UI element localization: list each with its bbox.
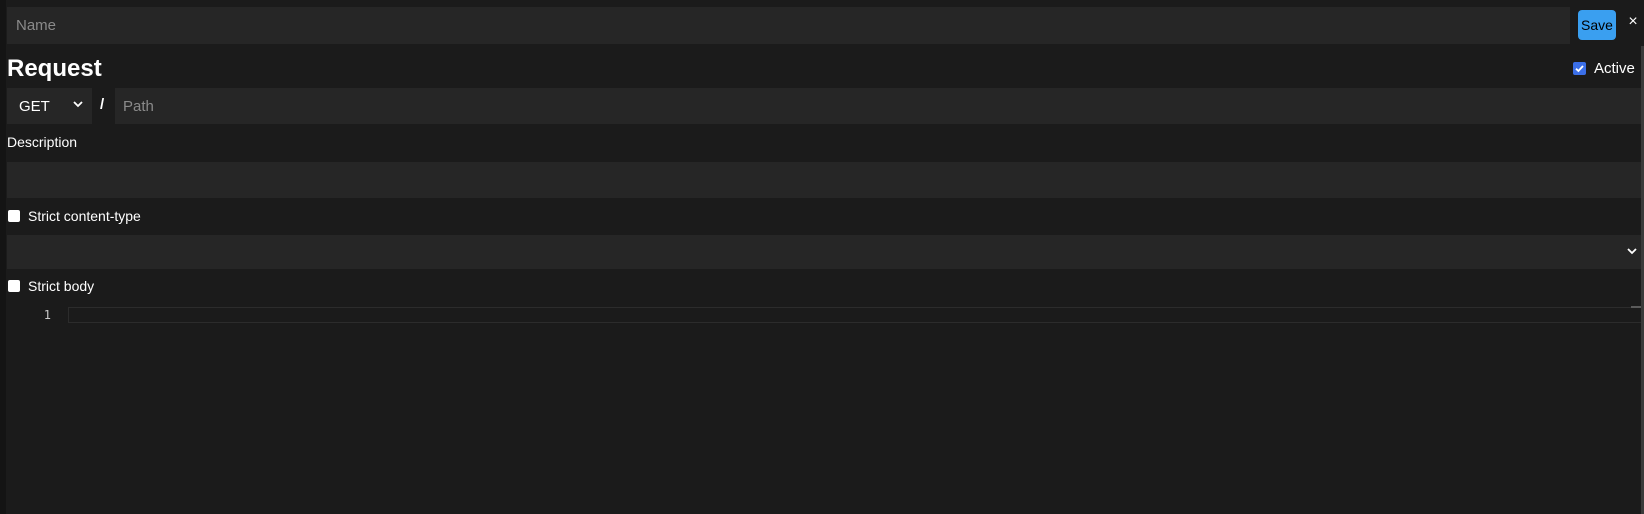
strict-content-type-toggle[interactable]: Strict content-type — [8, 208, 141, 224]
close-icon: × — [1628, 13, 1638, 30]
page-title: Request — [7, 55, 102, 82]
checkmark-icon — [1575, 65, 1584, 73]
active-checkbox[interactable] — [1573, 62, 1586, 75]
strict-content-type-label: Strict content-type — [28, 208, 141, 224]
save-button[interactable]: Save — [1578, 10, 1616, 40]
path-separator: / — [100, 96, 105, 113]
chevron-down-icon — [1627, 248, 1637, 255]
close-button[interactable]: × — [1626, 12, 1640, 32]
strict-body-label: Strict body — [28, 278, 95, 294]
editor-active-line[interactable] — [68, 307, 1642, 323]
line-number: 1 — [43, 308, 51, 322]
chevron-down-icon — [73, 101, 83, 108]
method-select[interactable]: GET — [7, 88, 92, 124]
description-label: Description — [7, 134, 78, 150]
description-input[interactable] — [7, 162, 1642, 198]
active-toggle[interactable]: Active — [1573, 60, 1635, 77]
name-input[interactable] — [7, 7, 1570, 44]
method-value: GET — [19, 97, 50, 115]
strict-body-checkbox[interactable] — [8, 280, 20, 292]
path-input[interactable] — [115, 88, 1642, 124]
left-gutter — [0, 0, 6, 514]
strict-body-toggle[interactable]: Strict body — [8, 278, 94, 294]
request-editor-app: Save × Request Active GET / Description … — [0, 0, 1644, 514]
body-code-editor[interactable]: 1 — [7, 306, 1644, 514]
content-type-select[interactable] — [7, 235, 1642, 269]
strict-content-type-checkbox[interactable] — [8, 210, 20, 222]
active-label: Active — [1594, 60, 1635, 77]
